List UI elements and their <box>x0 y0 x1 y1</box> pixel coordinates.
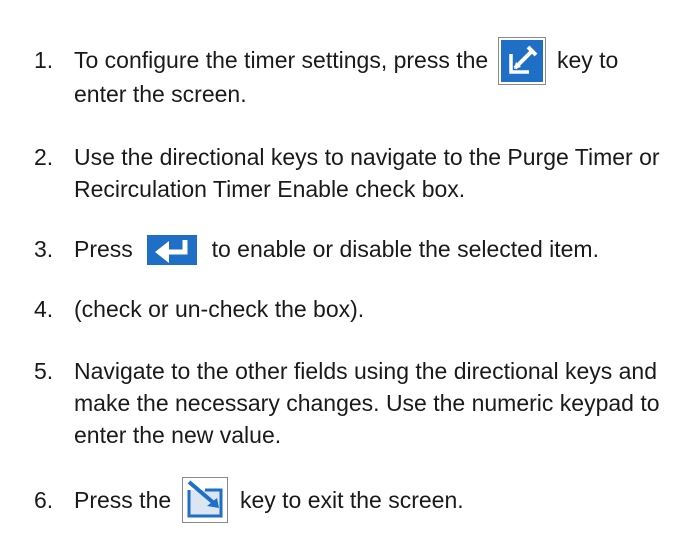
step-number: 4. <box>34 296 54 322</box>
step-text: Press the key to exit the screen. <box>74 476 674 523</box>
enter-key-icon <box>147 234 198 265</box>
step-text: (check or un-check the box). <box>74 296 365 322</box>
edit-icon <box>497 36 546 85</box>
step-text: Press to enable or disable the selected … <box>74 233 674 265</box>
step-1: 1. To configure the timer settings, pres… <box>34 36 666 110</box>
step-text-before: To configure the timer settings, press t… <box>74 47 489 73</box>
step-number: 6. <box>34 487 54 513</box>
step-6: 6. Press the key to exit the screen. <box>34 476 666 523</box>
step-4: 4. (check or un-check the box). <box>34 293 666 325</box>
step-text-after: to enable or disable the selected item. <box>211 236 599 262</box>
step-3: 3. Press to enable or disable the select… <box>34 233 666 265</box>
step-text: To configure the timer settings, press t… <box>74 36 674 110</box>
step-text: Use the directional keys to navigate to … <box>74 144 660 202</box>
step-text: Navigate to the other fields using the d… <box>74 358 660 448</box>
step-number: 5. <box>34 358 54 384</box>
step-number: 3. <box>34 236 54 262</box>
step-text-after: key to exit the screen. <box>239 487 464 513</box>
instruction-steps: 1. To configure the timer settings, pres… <box>0 0 674 535</box>
step-text-before: Press the <box>74 487 172 513</box>
step-number: 2. <box>34 144 54 170</box>
exit-screen-icon <box>181 476 228 523</box>
step-2: 2. Use the directional keys to navigate … <box>34 141 666 205</box>
step-text-before: Press <box>74 236 133 262</box>
step-5: 5. Navigate to the other fields using th… <box>34 355 666 451</box>
step-number: 1. <box>34 47 54 73</box>
